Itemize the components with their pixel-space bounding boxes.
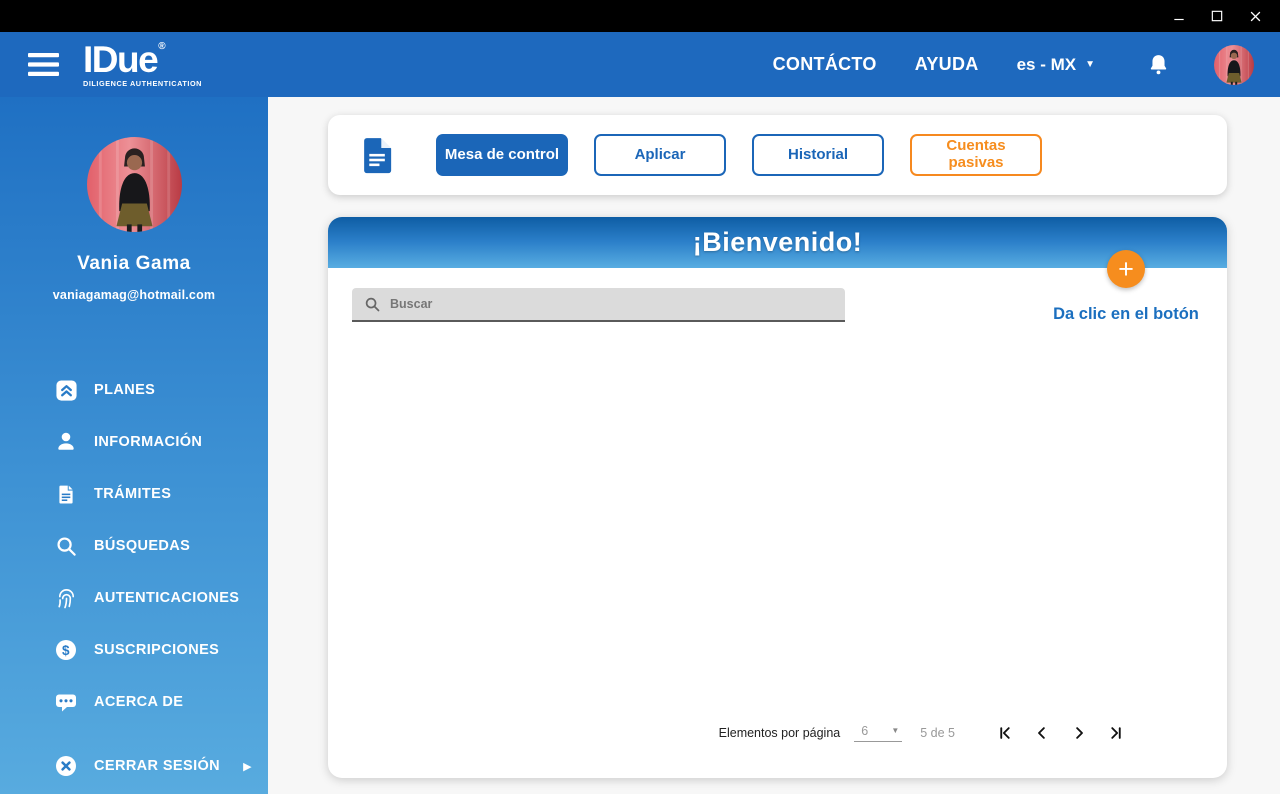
pagination-nav bbox=[993, 721, 1128, 745]
sidebar-item-label: INFORMACIÓN bbox=[94, 434, 203, 450]
logout-button[interactable]: CERRAR SESIÓN ▶ bbox=[0, 740, 268, 792]
minimize-icon bbox=[1174, 18, 1184, 21]
items-per-page-value: 6 bbox=[861, 724, 869, 738]
tab-cuentas-pasivas[interactable]: Cuentas pasivas bbox=[910, 134, 1042, 176]
header-avatar[interactable] bbox=[1214, 44, 1254, 85]
bell-icon bbox=[1150, 55, 1167, 75]
document-icon bbox=[53, 483, 79, 506]
sidebar-item-label: SUSCRIPCIONES bbox=[94, 642, 220, 658]
avatar-photo bbox=[86, 137, 182, 232]
titlebar bbox=[0, 0, 1280, 32]
sidebar-item-planes[interactable]: PLANES bbox=[0, 364, 268, 416]
search-icon bbox=[53, 535, 79, 558]
sidebar-item-busquedas[interactable]: BÚSQUEDAS bbox=[0, 520, 268, 572]
dollar-circle-icon: $ bbox=[53, 639, 79, 661]
next-page-icon bbox=[1076, 727, 1083, 739]
search-input[interactable] bbox=[381, 297, 845, 311]
svg-text:$: $ bbox=[62, 643, 70, 658]
profile-avatar bbox=[86, 137, 182, 232]
items-per-page-select[interactable]: 6 ▼ bbox=[854, 724, 903, 742]
search-icon bbox=[365, 297, 380, 311]
previous-page-icon bbox=[1038, 727, 1045, 739]
close-circle-icon bbox=[53, 755, 79, 777]
items-per-page-label: Elementos por página bbox=[718, 726, 841, 740]
minimize-button[interactable] bbox=[1164, 3, 1194, 29]
first-page-icon bbox=[1000, 727, 1010, 739]
sidebar-item-label: BÚSQUEDAS bbox=[94, 538, 191, 554]
last-page-icon bbox=[1111, 727, 1121, 739]
tab-group: Mesa de control Aplicar Historial Cuenta… bbox=[436, 134, 1042, 176]
sidebar-item-label: TRÁMITES bbox=[94, 486, 172, 502]
maximize-button[interactable] bbox=[1202, 3, 1232, 29]
first-page-button[interactable] bbox=[993, 721, 1017, 745]
page-range-label: 5 de 5 bbox=[920, 726, 955, 740]
chevron-down-icon: ▼ bbox=[891, 726, 900, 735]
sidebar-item-label: AUTENTICACIONES bbox=[94, 590, 240, 606]
welcome-banner: ¡Bienvenido! bbox=[328, 217, 1227, 268]
app-logo: IDue ® DILIGENCE AUTHENTICATION bbox=[83, 41, 202, 87]
last-page-button[interactable] bbox=[1104, 721, 1128, 745]
search-bar bbox=[352, 288, 845, 322]
double-chevron-up-icon bbox=[53, 379, 79, 402]
user-email: vaniagamag@hotmail.com bbox=[52, 288, 216, 302]
chevron-down-icon: ▼ bbox=[1085, 58, 1095, 70]
tab-historial[interactable]: Historial bbox=[752, 134, 884, 176]
welcome-card: ¡Bienvenido! + Da clic en el botón Eleme… bbox=[328, 217, 1227, 778]
avatar-photo bbox=[1214, 44, 1254, 85]
sidebar-item-informacion[interactable]: INFORMACIÓN bbox=[0, 416, 268, 468]
arrow-right-icon: ▶ bbox=[243, 760, 252, 773]
user-profile: Vania Gama vaniagamag@hotmail.com bbox=[0, 97, 268, 302]
language-selector[interactable]: es - MX ▼ bbox=[1017, 55, 1095, 75]
sidebar-item-autenticaciones[interactable]: AUTENTICACIONES bbox=[0, 572, 268, 624]
sidebar-item-label: ACERCA DE bbox=[94, 694, 184, 710]
main-content: Mesa de control Aplicar Historial Cuenta… bbox=[268, 97, 1280, 794]
tab-mesa-de-control[interactable]: Mesa de control bbox=[436, 134, 568, 176]
logout-label: CERRAR SESIÓN bbox=[94, 758, 221, 774]
sidebar: Vania Gama vaniagamag@hotmail.com PLANES… bbox=[0, 97, 268, 794]
add-button[interactable]: + bbox=[1107, 250, 1145, 288]
nav-contact-link[interactable]: CONTÁCTO bbox=[773, 54, 877, 75]
logo-text: IDue bbox=[83, 39, 159, 81]
maximize-icon bbox=[1211, 10, 1223, 22]
tab-bar-card: Mesa de control Aplicar Historial Cuenta… bbox=[328, 115, 1227, 195]
language-value: es - MX bbox=[1016, 54, 1077, 74]
app-header: IDue ® DILIGENCE AUTHENTICATION CONTÁCTO… bbox=[0, 32, 1280, 97]
fingerprint-icon bbox=[53, 587, 79, 610]
menu-toggle-button[interactable] bbox=[28, 53, 59, 76]
sidebar-item-label: PLANES bbox=[94, 382, 156, 398]
notifications-button[interactable] bbox=[1147, 52, 1170, 77]
tab-aplicar[interactable]: Aplicar bbox=[594, 134, 726, 176]
sidebar-menu: PLANES INFORMACIÓN TRÁMITES BÚSQUEDAS AU… bbox=[0, 364, 268, 728]
hamburger-icon bbox=[28, 53, 59, 76]
next-page-button[interactable] bbox=[1067, 721, 1091, 745]
header-actions: CONTÁCTO AYUDA es - MX ▼ bbox=[773, 44, 1280, 85]
user-name: Vania Gama bbox=[77, 253, 191, 274]
close-icon bbox=[1250, 11, 1260, 21]
person-icon bbox=[53, 430, 79, 454]
sidebar-item-suscripciones[interactable]: $ SUSCRIPCIONES bbox=[0, 624, 268, 676]
chat-bubble-icon bbox=[53, 690, 79, 714]
pagination: Elementos por página 6 ▼ 5 de 5 bbox=[719, 721, 1128, 745]
sidebar-item-tramites[interactable]: TRÁMITES bbox=[0, 468, 268, 520]
nav-help-link[interactable]: AYUDA bbox=[915, 54, 979, 75]
add-button-hint: Da clic en el botón bbox=[1053, 305, 1199, 323]
sidebar-item-acerca-de[interactable]: ACERCA DE bbox=[0, 676, 268, 728]
previous-page-button[interactable] bbox=[1030, 721, 1054, 745]
close-button[interactable] bbox=[1240, 3, 1270, 29]
registered-mark: ® bbox=[158, 41, 166, 53]
logo-tagline: DILIGENCE AUTHENTICATION bbox=[83, 79, 203, 89]
document-icon bbox=[362, 137, 392, 174]
